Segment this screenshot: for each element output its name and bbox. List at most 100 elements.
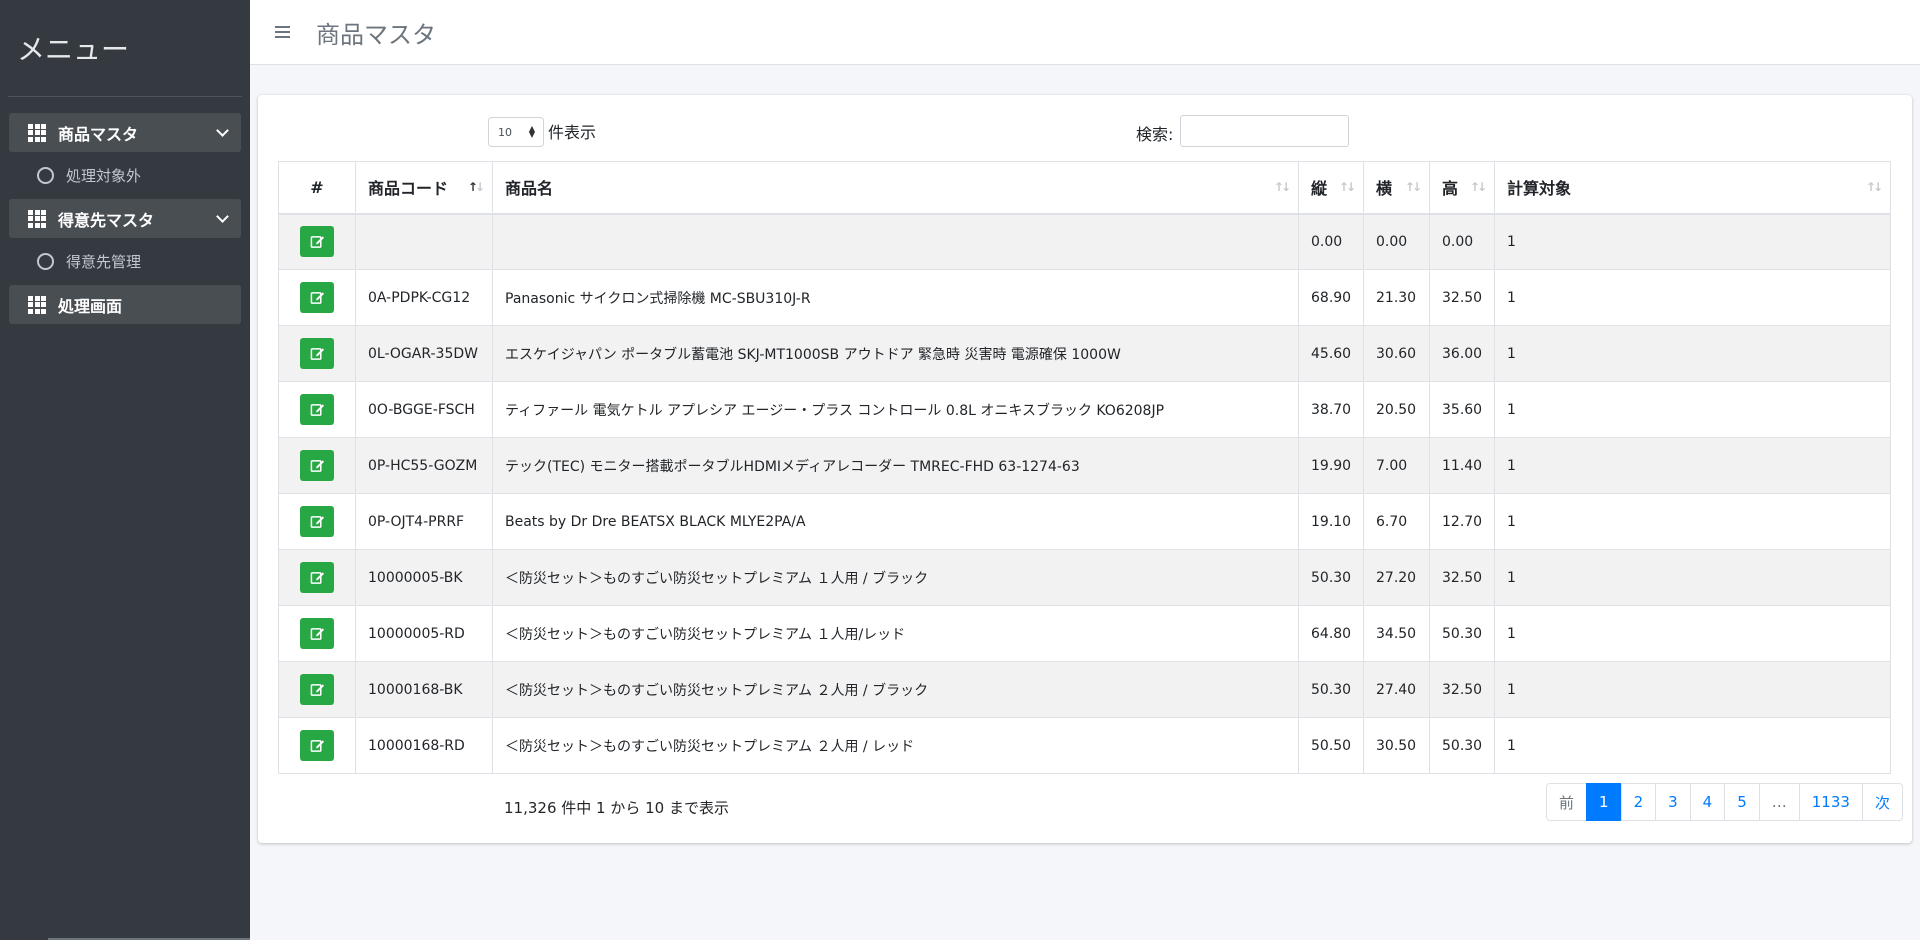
table-row: 10000005-RD ＜防災セット＞ものすごい防災セットプレミアム １人用/レッ… (278, 605, 1891, 662)
grid-icon (28, 209, 46, 228)
row-edit-cell (278, 661, 356, 718)
search-input[interactable] (1180, 115, 1349, 147)
cell-name: Panasonic サイクロン式掃除機 MC-SBU310J-R (492, 269, 1299, 326)
edit-icon (310, 740, 324, 752)
cell-code: 0A-PDPK-CG12 (355, 269, 493, 326)
product-table-card: 10 ▲ ▼ 件表示 検索: # 商品コード ↑↓ 商品名 ↑↓ 縦 ↑↓ 横 ↑↓ 高 ↑… (258, 95, 1912, 843)
sidebar-item-processing[interactable]: 処理画面 (9, 285, 241, 324)
edit-button[interactable] (300, 226, 334, 258)
cell-width: 21.30 (1363, 269, 1430, 326)
cell-height: 50.50 (1298, 717, 1364, 774)
circle-icon (37, 253, 54, 270)
sidebar-nav: 商品マスタ 処理対象外 得意先マスタ 得意先管理 処理画面 (0, 97, 250, 324)
column-header-name[interactable]: 商品名 ↑↓ (492, 161, 1299, 215)
column-header-label: 縦 (1311, 179, 1328, 199)
edit-button[interactable] (300, 562, 334, 593)
cell-depth: 12.70 (1429, 493, 1495, 550)
sidebar: メニュー 商品マスタ 処理対象外 得意先マスタ 得意先管理 処理画面 (0, 0, 250, 940)
column-header-width[interactable]: 横 ↑↓ (1363, 161, 1430, 215)
pagination-page-1[interactable]: 1 (1586, 783, 1622, 821)
cell-code: 0P-OJT4-PRRF (355, 493, 493, 550)
cell-height: 50.30 (1298, 661, 1364, 718)
pagination-page-2[interactable]: 2 (1620, 783, 1657, 821)
cell-calc: 1 (1494, 325, 1891, 382)
table-row: 10000005-BK ＜防災セット＞ものすごい防災セットプレミアム １人用 / … (278, 549, 1891, 606)
edit-icon (310, 292, 324, 304)
edit-icon (310, 236, 324, 249)
table-header-row: # 商品コード ↑↓ 商品名 ↑↓ 縦 ↑↓ 横 ↑↓ 高 ↑↓ 計算対象 ↑↓ (278, 161, 1891, 215)
cell-width: 7.00 (1363, 437, 1430, 494)
cell-name: テック(TEC) モニター搭載ポータブルHDMIメディアレコーダー TMREC-… (492, 437, 1299, 494)
row-edit-cell (278, 213, 356, 270)
column-header-height[interactable]: 縦 ↑↓ (1298, 161, 1364, 215)
cell-width: 30.60 (1363, 325, 1430, 382)
cell-calc: 1 (1494, 213, 1891, 270)
chevron-down-icon (216, 210, 229, 223)
cell-name: ＜防災セット＞ものすごい防災セットプレミアム ２人用 / ブラック (492, 661, 1299, 718)
cell-height: 0.00 (1298, 213, 1364, 270)
cell-depth: 32.50 (1429, 661, 1495, 718)
cell-width: 6.70 (1363, 493, 1430, 550)
cell-code (355, 213, 493, 270)
cell-name: ＜防災セット＞ものすごい防災セットプレミアム １人用 / ブラック (492, 549, 1299, 606)
pagination-page-3[interactable]: 3 (1655, 783, 1691, 821)
edit-icon (310, 628, 324, 640)
sort-icon: ↑↓ (1469, 180, 1487, 194)
edit-button[interactable] (300, 394, 334, 425)
edit-button[interactable] (300, 730, 334, 761)
cell-calc: 1 (1494, 717, 1891, 774)
table-row: 10000168-RD ＜防災セット＞ものすごい防災セットプレミアム ２人用 / … (278, 717, 1891, 774)
column-header-calc[interactable]: 計算対象 ↑↓ (1494, 161, 1891, 215)
cell-calc: 1 (1494, 605, 1891, 662)
pagination-prev[interactable]: 前 (1546, 783, 1588, 821)
cell-width: 30.50 (1363, 717, 1430, 774)
edit-button[interactable] (300, 338, 334, 369)
sidebar-brand: メニュー (8, 0, 242, 97)
edit-button[interactable] (300, 618, 334, 649)
cell-name: ティファール 電気ケトル アプレシア エージー・プラス コントロール 0.8L … (492, 381, 1299, 438)
edit-button[interactable] (300, 282, 334, 313)
row-edit-cell (278, 437, 356, 494)
edit-button[interactable] (300, 506, 334, 537)
hamburger-icon[interactable] (275, 23, 290, 41)
pagination-next[interactable]: 次 (1861, 783, 1903, 821)
sidebar-subitem-customer-management[interactable]: 得意先管理 (9, 242, 241, 281)
cell-depth: 35.60 (1429, 381, 1495, 438)
row-edit-cell (278, 717, 356, 774)
cell-height: 38.70 (1298, 381, 1364, 438)
cell-depth: 0.00 (1429, 213, 1495, 270)
cell-height: 64.80 (1298, 605, 1364, 662)
column-header-label: 高 (1442, 179, 1459, 199)
table-controls: 10 ▲ ▼ 件表示 検索: (258, 95, 1912, 160)
pagination-page-4[interactable]: 4 (1689, 783, 1726, 821)
column-header-depth[interactable]: 高 ↑↓ (1429, 161, 1495, 215)
cell-width: 27.40 (1363, 661, 1430, 718)
column-header-code[interactable]: 商品コード ↑↓ (355, 161, 493, 215)
cell-depth: 32.50 (1429, 269, 1495, 326)
pagination-ellipsis: … (1758, 783, 1800, 821)
sidebar-item-customer-master[interactable]: 得意先マスタ (9, 199, 241, 238)
page-length-select[interactable]: 10 ▲ ▼ (488, 117, 544, 147)
sort-asc-icon: ↑↓ (467, 180, 485, 194)
cell-code: 10000005-BK (355, 549, 493, 606)
edit-button[interactable] (300, 674, 334, 705)
cell-code: 0O-BGGE-FSCH (355, 381, 493, 438)
cell-height: 45.60 (1298, 325, 1364, 382)
edit-icon (310, 348, 324, 360)
cell-code: 10000168-RD (355, 717, 493, 774)
cell-calc: 1 (1494, 661, 1891, 718)
cell-code: 10000005-RD (355, 605, 493, 662)
cell-height: 19.90 (1298, 437, 1364, 494)
sidebar-subitem-excluded[interactable]: 処理対象外 (9, 156, 241, 195)
edit-icon (310, 460, 324, 472)
pagination-page-last[interactable]: 1133 (1798, 783, 1863, 821)
product-table: # 商品コード ↑↓ 商品名 ↑↓ 縦 ↑↓ 横 ↑↓ 高 ↑↓ 計算対象 ↑↓ 0.00 0… (278, 161, 1891, 774)
table-info: 11,326 件中 1 から 10 まで表示 (504, 799, 729, 817)
row-edit-cell (278, 325, 356, 382)
select-arrows-icon: ▲ ▼ (528, 124, 535, 139)
cell-name: エスケイジャパン ポータブル蓄電池 SKJ-MT1000SB アウトドア 緊急時… (492, 325, 1299, 382)
edit-button[interactable] (300, 450, 334, 481)
sidebar-item-product-master[interactable]: 商品マスタ (9, 113, 241, 152)
pagination-page-5[interactable]: 5 (1724, 783, 1760, 821)
column-header-label: 商品名 (505, 179, 554, 199)
